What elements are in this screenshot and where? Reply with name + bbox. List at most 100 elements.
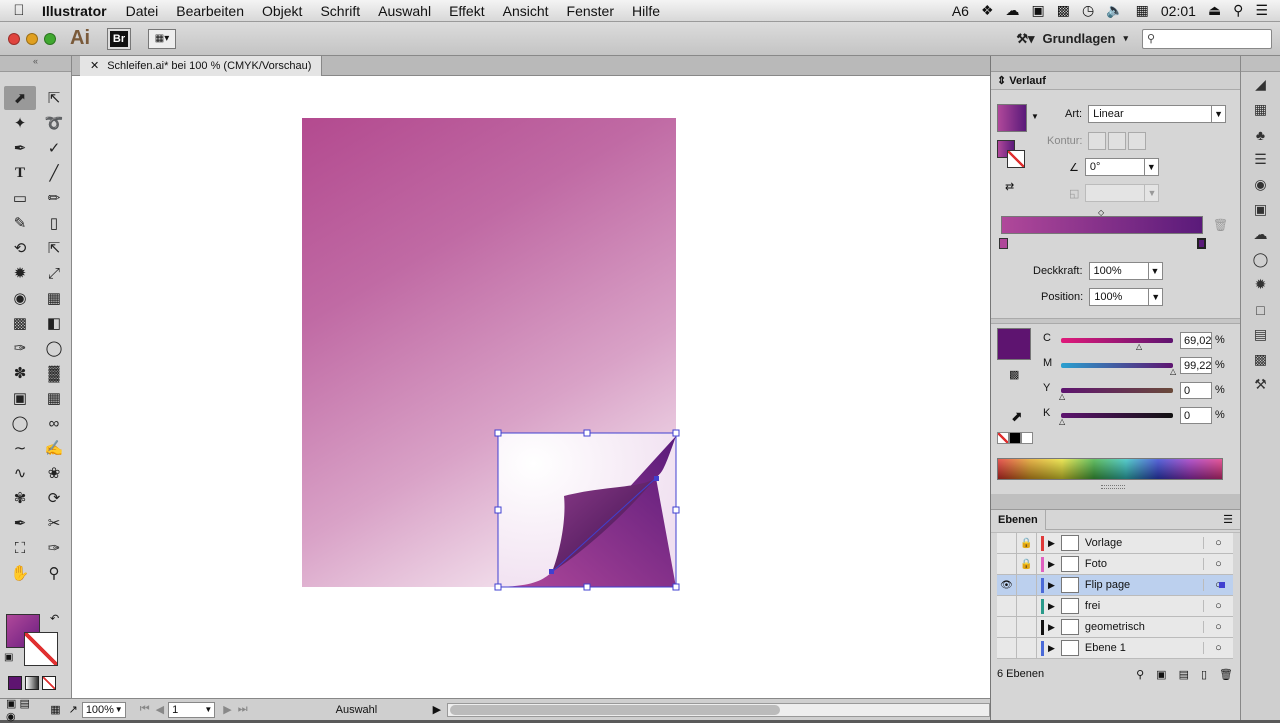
visibility-eye-icon[interactable] — [997, 637, 1017, 659]
workspace-label[interactable]: Grundlagen — [1043, 31, 1116, 46]
clock-text[interactable]: 02:01 — [1161, 3, 1196, 19]
transform-icon[interactable]: □ — [1241, 297, 1280, 322]
status-icons[interactable]: ▣ ▤ ◉ — [6, 697, 36, 723]
expand-triangle-icon[interactable]: ▶ — [1048, 601, 1055, 612]
dropbox-icon[interactable]: ❖ — [981, 2, 994, 19]
cyan-input[interactable]: 69,02 — [1180, 332, 1212, 349]
close-tab-icon[interactable]: ✕ — [90, 59, 99, 72]
layer-name[interactable]: Ebene 1 — [1085, 642, 1203, 654]
perspective-grid-tool-icon[interactable]: ▦ — [38, 286, 70, 310]
apple-icon[interactable]:  — [0, 2, 38, 19]
menu-app-name[interactable]: Illustrator — [42, 3, 107, 19]
butterfly-icon[interactable]: ✾ — [4, 486, 36, 510]
display-icon[interactable]: ▣ — [1032, 2, 1045, 19]
magenta-input[interactable]: 99,22 — [1180, 357, 1212, 374]
knife-tool-icon[interactable]: ✒ — [4, 511, 36, 535]
artboard-nav-icon[interactable]: ▦ — [50, 703, 60, 716]
gradient-mode-button[interactable] — [25, 676, 39, 690]
default-colors-icon[interactable]: ▣ — [4, 652, 13, 663]
color-mode-button[interactable] — [8, 676, 22, 690]
appearance-icon[interactable]: ▣ — [1241, 197, 1280, 222]
layers-tab[interactable]: Ebenen — [991, 509, 1046, 530]
black-thumb[interactable]: △ — [1059, 417, 1065, 426]
lock-icon[interactable] — [1017, 574, 1037, 596]
new-sublayer-icon[interactable]: ▤ — [1179, 668, 1189, 681]
new-layer-icon[interactable]: ▯ — [1201, 668, 1207, 681]
stroke-icon[interactable]: ☰ — [1241, 147, 1280, 172]
expand-triangle-icon[interactable]: ▶ — [1048, 559, 1055, 570]
stroke-swatch[interactable] — [24, 632, 58, 666]
zoom-window-button[interactable] — [44, 32, 56, 45]
direct-selection-tool-icon[interactable]: ⇱ — [38, 86, 70, 110]
swap-icon[interactable]: ↶ — [50, 612, 59, 625]
export-icon[interactable]: ↗ — [69, 703, 78, 716]
rectangle-tool-icon[interactable]: ▭ — [4, 186, 36, 210]
zoom-tool-icon[interactable]: ⚲ — [38, 561, 70, 585]
prev-artboard-icon[interactable]: ◀ — [156, 703, 164, 716]
document-tab[interactable]: ✕ Schleifen.ai* bei 100 % (CMYK/Vorschau… — [80, 55, 323, 76]
spotlight-icon[interactable]: ⚲ — [1233, 2, 1243, 19]
calendar-icon[interactable]: ▦ — [1136, 2, 1149, 19]
layer-row[interactable]: 🔒 ▶ Foto ○ — [997, 553, 1233, 575]
angle-select[interactable]: 0° ▼ — [1084, 158, 1159, 176]
icon-strip-header[interactable] — [1241, 56, 1280, 72]
position-select[interactable]: 100% ▼ — [1089, 288, 1164, 306]
scrollbar-thumb[interactable] — [450, 704, 781, 715]
artboard-tool-icon[interactable]: ▣ — [4, 386, 36, 410]
white-swatch[interactable] — [1021, 432, 1033, 444]
magic-wand-tool-icon[interactable]: ✦ — [4, 111, 36, 135]
warp-tool-icon[interactable]: ✹ — [4, 261, 36, 285]
black-swatch[interactable] — [1009, 432, 1021, 444]
target-circle-icon[interactable]: ○ — [1203, 558, 1233, 570]
type-tool-icon[interactable]: T — [4, 161, 36, 185]
layer-name[interactable]: frei — [1085, 600, 1203, 612]
first-artboard-icon[interactable]: ⏮ — [140, 703, 150, 716]
target-circle-icon[interactable]: ○ — [1203, 537, 1233, 549]
puppet-warp-icon[interactable]: ❀ — [38, 461, 70, 485]
color-guide-icon[interactable]: ◢ — [1241, 72, 1280, 97]
list-icon[interactable]: ☰ — [1255, 2, 1268, 19]
expand-triangle-icon[interactable]: ▶ — [1048, 580, 1055, 591]
lasso-tool-icon[interactable]: ➰ — [38, 111, 70, 135]
slice-tool-icon[interactable]: ▦ — [38, 386, 70, 410]
color-panel-swatch[interactable] — [997, 328, 1031, 360]
layer-row[interactable]: ▶ geometrisch ○ — [997, 616, 1233, 638]
search-field[interactable]: ⚲ — [1142, 28, 1272, 49]
tools-pin-icon[interactable]: ⚒▾ — [1016, 31, 1034, 47]
lock-icon[interactable] — [1017, 616, 1037, 638]
visibility-eye-icon[interactable] — [997, 532, 1017, 554]
volume-icon[interactable]: 🔈 — [1106, 2, 1123, 19]
scale-tool-icon[interactable]: ⇱ — [38, 236, 70, 260]
opacity-select[interactable]: 100% ▼ — [1088, 262, 1163, 280]
yellow-thumb[interactable]: △ — [1059, 392, 1065, 401]
lock-icon[interactable]: 🔒 — [1017, 532, 1037, 554]
next-artboard-icon[interactable]: ▶ — [223, 703, 231, 716]
target-circle-icon[interactable]: ○ — [1203, 621, 1233, 633]
yellow-slider[interactable] — [1061, 388, 1173, 393]
symbols-icon[interactable]: ♣ — [1241, 122, 1280, 147]
cloud-icon[interactable]: ☁ — [1006, 2, 1020, 19]
layer-name[interactable]: Vorlage — [1085, 537, 1203, 549]
make-clipping-mask-icon[interactable]: ▣ — [1156, 668, 1166, 681]
links-icon[interactable]: ⚒ — [1241, 372, 1280, 397]
swatches-icon[interactable]: ▦ — [1241, 97, 1280, 122]
cyan-slider[interactable] — [1061, 338, 1173, 343]
expand-triangle-icon[interactable]: ▶ — [1048, 643, 1055, 654]
cyan-thumb[interactable]: △ — [1136, 342, 1142, 351]
layers-panel-header[interactable] — [991, 494, 1241, 510]
black-slider[interactable] — [1061, 413, 1173, 418]
menu-schrift[interactable]: Schrift — [320, 3, 360, 19]
hand-tool-icon[interactable]: ✋ — [4, 561, 36, 585]
gradient-slider-bar[interactable] — [1001, 216, 1203, 234]
color-spectrum[interactable] — [997, 458, 1223, 480]
line-tool-icon[interactable]: ╱ — [38, 161, 70, 185]
symbol-sprayer-tool-icon[interactable]: ✽ — [4, 361, 36, 385]
ellipse-tool-icon[interactable]: ◯ — [4, 411, 36, 435]
menu-effekt[interactable]: Effekt — [449, 3, 485, 19]
bridge-button[interactable]: Br — [107, 27, 131, 50]
layer-row[interactable]: 🔒 ▶ Vorlage ○ — [997, 532, 1233, 554]
panel-grip[interactable] — [1101, 485, 1125, 489]
gradient-panel-tab[interactable]: ⇕ Verlauf — [991, 72, 1240, 90]
stroke-gradient-within-button[interactable] — [1088, 132, 1107, 150]
eject-icon[interactable]: ⏏ — [1208, 2, 1221, 19]
